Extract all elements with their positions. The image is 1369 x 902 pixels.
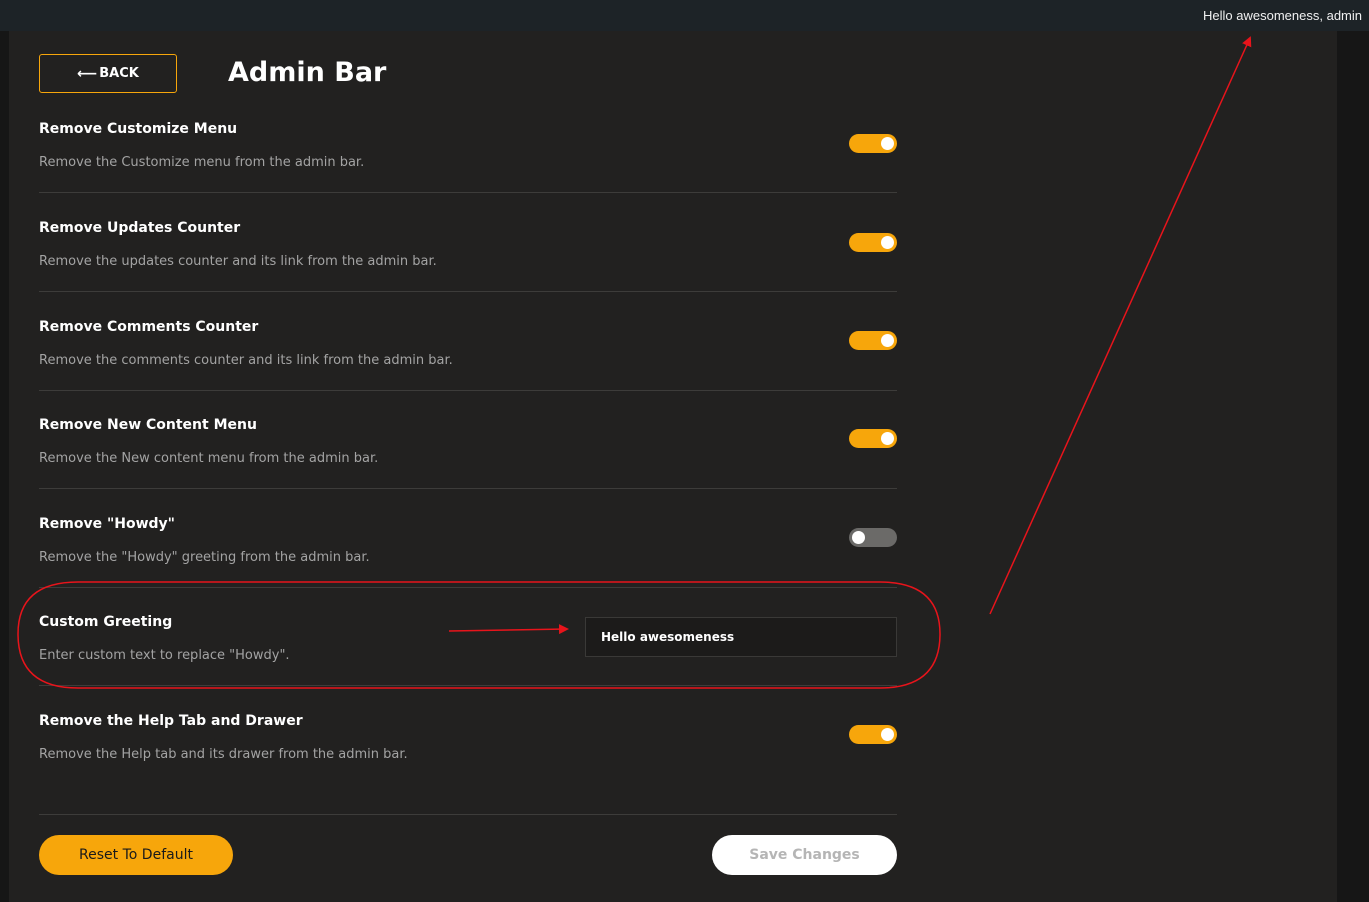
setting-title-remove-help-tab: Remove the Help Tab and Drawer bbox=[39, 713, 303, 729]
divider bbox=[39, 488, 897, 489]
wp-admin-bar: Hello awesomeness, admin bbox=[0, 0, 1369, 31]
back-button[interactable]: ⟵ BACK bbox=[39, 54, 177, 93]
setting-title-remove-comments-counter: Remove Comments Counter bbox=[39, 319, 259, 335]
divider bbox=[39, 587, 897, 588]
toggle-knob bbox=[881, 236, 894, 249]
toggle-knob bbox=[881, 137, 894, 150]
setting-title-remove-updates-counter: Remove Updates Counter bbox=[39, 220, 241, 236]
toggle-remove-help-tab[interactable] bbox=[849, 725, 897, 744]
admin-bar-greeting[interactable]: Hello awesomeness, admin bbox=[1203, 8, 1362, 23]
toggle-remove-new-content-menu[interactable] bbox=[849, 429, 897, 448]
setting-desc-remove-new-content-menu: Remove the New content menu from the adm… bbox=[39, 451, 379, 466]
toggle-remove-howdy[interactable] bbox=[849, 528, 897, 547]
setting-desc-remove-customize-menu: Remove the Customize menu from the admin… bbox=[39, 155, 365, 170]
setting-title-remove-howdy: Remove "Howdy" bbox=[39, 516, 175, 532]
toggle-knob bbox=[881, 728, 894, 741]
divider bbox=[39, 814, 897, 815]
toggle-remove-updates-counter[interactable] bbox=[849, 233, 897, 252]
toggle-remove-customize-menu[interactable] bbox=[849, 134, 897, 153]
setting-desc-remove-updates-counter: Remove the updates counter and its link … bbox=[39, 254, 437, 269]
toggle-remove-comments-counter[interactable] bbox=[849, 331, 897, 350]
setting-desc-remove-help-tab: Remove the Help tab and its drawer from … bbox=[39, 747, 408, 762]
setting-title-custom-greeting: Custom Greeting bbox=[39, 614, 173, 630]
reset-to-default-button[interactable]: Reset To Default bbox=[39, 835, 233, 875]
setting-title-remove-new-content-menu: Remove New Content Menu bbox=[39, 417, 257, 433]
setting-desc-custom-greeting: Enter custom text to replace "Howdy". bbox=[39, 648, 290, 663]
toggle-knob bbox=[881, 334, 894, 347]
setting-desc-remove-comments-counter: Remove the comments counter and its link… bbox=[39, 353, 453, 368]
setting-desc-remove-howdy: Remove the "Howdy" greeting from the adm… bbox=[39, 550, 370, 565]
page-title: Admin Bar bbox=[228, 57, 387, 88]
toggle-knob bbox=[881, 432, 894, 445]
arrow-left-icon: ⟵ bbox=[77, 65, 98, 82]
setting-title-remove-customize-menu: Remove Customize Menu bbox=[39, 121, 238, 137]
custom-greeting-input[interactable] bbox=[585, 617, 897, 657]
divider bbox=[39, 192, 897, 193]
back-button-label: BACK bbox=[99, 66, 139, 81]
divider bbox=[39, 685, 897, 686]
toggle-knob bbox=[852, 531, 865, 544]
save-changes-button[interactable]: Save Changes bbox=[712, 835, 897, 875]
divider bbox=[39, 291, 897, 292]
divider bbox=[39, 390, 897, 391]
